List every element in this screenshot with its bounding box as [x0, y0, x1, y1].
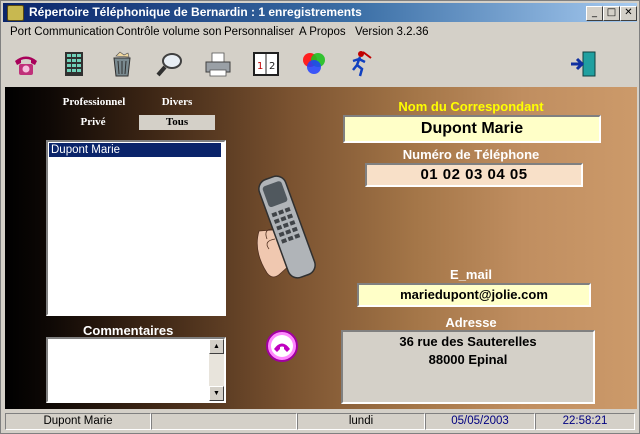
- mobile-phone-illustration: [245, 169, 327, 287]
- status-name: Dupont Marie: [5, 413, 151, 430]
- status-day: lundi: [297, 413, 425, 430]
- correspondant-label: Nom du Correspondant: [398, 99, 544, 114]
- menu-personnaliser[interactable]: Personnaliser: [224, 26, 294, 38]
- status-date: 05/05/2003: [425, 413, 535, 430]
- main-window: Répertoire Téléphonique de Bernardin : 1…: [0, 0, 640, 434]
- svg-text:1: 1: [257, 61, 263, 72]
- menu-port-communication[interactable]: Port Communication: [10, 26, 114, 38]
- correspondant-field[interactable]: Dupont Marie: [343, 115, 601, 143]
- telephone-field[interactable]: 01 02 03 04 05: [365, 163, 583, 187]
- app-icon[interactable]: [7, 5, 24, 21]
- svg-text:2: 2: [269, 61, 275, 72]
- trash-icon[interactable]: [107, 50, 137, 78]
- telephone-label: Numéro de Téléphone: [402, 147, 540, 162]
- calendar-icon[interactable]: 1 2: [251, 50, 281, 78]
- title-bar[interactable]: Répertoire Téléphonique de Bernardin : 1…: [3, 3, 637, 22]
- call-button[interactable]: [265, 329, 299, 363]
- status-empty: [151, 413, 297, 430]
- tab-divers[interactable]: Divers: [155, 95, 199, 110]
- phone-dial-icon[interactable]: [11, 50, 41, 78]
- menu-bar: Port Communication Contrôle volume son P…: [3, 23, 637, 42]
- email-field[interactable]: mariedupont@jolie.com: [357, 283, 591, 307]
- adresse-label: Adresse: [445, 315, 497, 330]
- email-label: E_mail: [450, 267, 492, 282]
- handset-icon: [266, 330, 298, 362]
- keypad-icon[interactable]: [59, 50, 89, 78]
- status-time: 22:58:21: [535, 413, 635, 430]
- search-icon[interactable]: [155, 50, 185, 78]
- printer-icon[interactable]: [203, 50, 233, 78]
- scroll-up-icon[interactable]: ▲: [209, 339, 224, 354]
- menu-controle-volume[interactable]: Contrôle volume son: [116, 26, 221, 38]
- adresse-line1: 36 rue des Sauterelles: [399, 334, 537, 349]
- commentaires-label: Commentaires: [83, 323, 174, 338]
- tab-tous[interactable]: Tous: [139, 115, 215, 130]
- tab-professionnel[interactable]: Professionnel: [55, 95, 133, 110]
- color-palette-icon[interactable]: [299, 50, 329, 78]
- memo-scrollbar[interactable]: ▲ ▼: [209, 339, 224, 401]
- list-item[interactable]: Dupont Marie: [49, 143, 221, 157]
- adresse-field[interactable]: 36 rue des Sauterelles 88000 Epinal: [341, 330, 595, 404]
- maximize-button[interactable]: □: [603, 6, 620, 21]
- window-title: Répertoire Téléphonique de Bernardin : 1…: [29, 5, 362, 19]
- runner-icon[interactable]: [345, 50, 375, 78]
- main-panel: Professionnel Divers Privé Tous Dupont M…: [5, 87, 637, 409]
- exit-door-icon[interactable]: [569, 50, 599, 78]
- toolbar: 1 2: [3, 43, 637, 85]
- tab-prive[interactable]: Privé: [73, 115, 113, 130]
- menu-a-propos[interactable]: A Propos: [299, 26, 346, 38]
- status-bar: Dupont Marie lundi 05/05/2003 22:58:21: [3, 411, 637, 431]
- commentaires-field[interactable]: ▲ ▼: [46, 337, 226, 403]
- close-button[interactable]: ✕: [620, 6, 637, 21]
- contacts-list[interactable]: Dupont Marie: [46, 140, 226, 316]
- version-label: Version 3.2.36: [355, 26, 429, 38]
- adresse-line2: 88000 Epinal: [428, 352, 508, 367]
- minimize-button[interactable]: _: [586, 6, 603, 21]
- scroll-down-icon[interactable]: ▼: [209, 386, 224, 401]
